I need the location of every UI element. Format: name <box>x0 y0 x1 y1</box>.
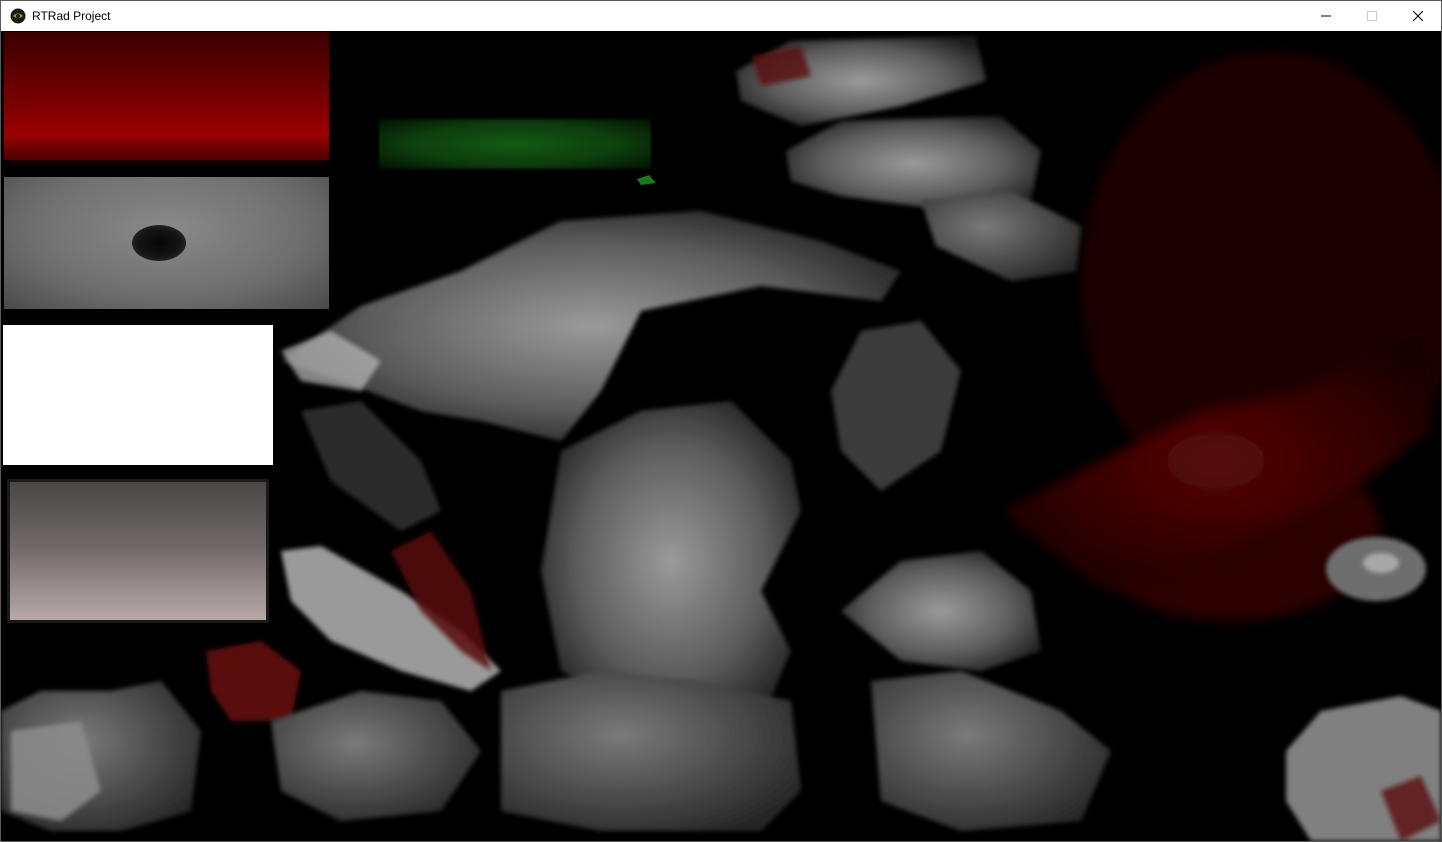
nvidia-eye-icon <box>10 8 26 24</box>
close-icon <box>1413 11 1423 21</box>
maximize-icon <box>1367 11 1377 21</box>
caption-buttons <box>1303 1 1441 31</box>
title-bar[interactable]: RTRad Project <box>1 1 1441 31</box>
minimize-icon <box>1321 15 1331 17</box>
window-title: RTRad Project <box>32 9 111 23</box>
render-viewport[interactable] <box>1 31 1441 841</box>
app-window: RTRad Project <box>0 0 1442 842</box>
close-button[interactable] <box>1395 1 1441 31</box>
lightmap-atlas <box>1 36 1441 841</box>
maximize-button[interactable] <box>1349 1 1395 31</box>
minimize-button[interactable] <box>1303 1 1349 31</box>
